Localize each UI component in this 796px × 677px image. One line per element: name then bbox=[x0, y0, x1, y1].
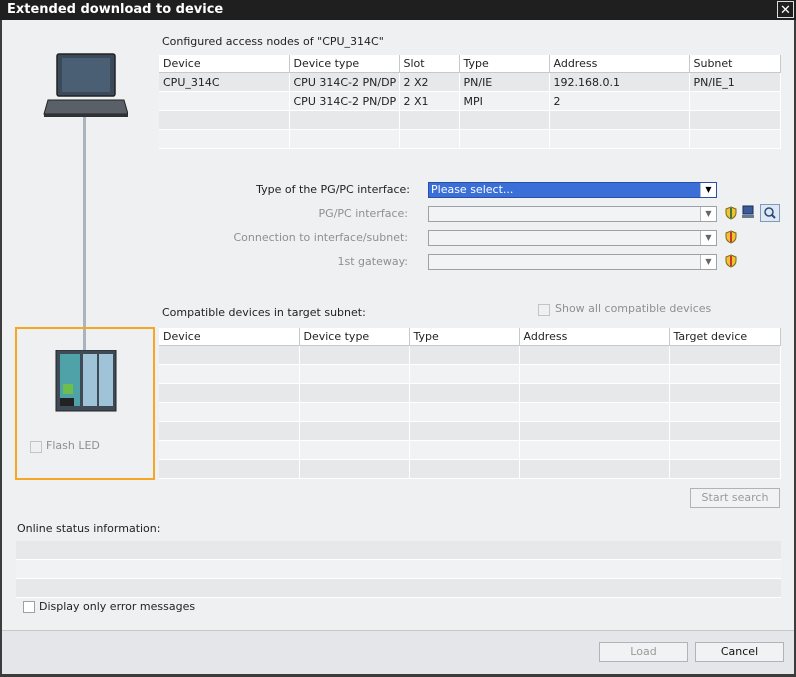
cell-type: PN/IE bbox=[459, 72, 550, 92]
gateway-label: 1st gateway: bbox=[337, 255, 409, 268]
window-title: Extended download to device bbox=[7, 2, 224, 17]
chevron-down-icon[interactable]: ▼ bbox=[700, 231, 716, 245]
column-header[interactable]: Subnet bbox=[689, 55, 781, 73]
table-row bbox=[159, 110, 781, 130]
status-row bbox=[16, 560, 781, 579]
chevron-down-icon[interactable]: ▼ bbox=[700, 183, 716, 197]
pgpc-type-label: Type of the PG/PC interface: bbox=[256, 183, 410, 196]
table-row bbox=[159, 129, 781, 149]
cell-device-type: CPU 314C-2 PN/DP bbox=[289, 72, 400, 92]
column-header[interactable]: Type bbox=[409, 328, 520, 346]
flash-led-label: Flash LED bbox=[46, 439, 100, 452]
plc-device-icon bbox=[55, 350, 117, 412]
start-search-button[interactable]: Start search bbox=[690, 488, 780, 508]
cell-subnet bbox=[689, 91, 781, 111]
connection-select[interactable]: ▼ bbox=[428, 230, 717, 246]
table-row bbox=[159, 421, 781, 441]
column-header[interactable]: Device bbox=[159, 328, 300, 346]
cell-subnet: PN/IE_1 bbox=[689, 72, 781, 92]
flash-led-checkbox[interactable] bbox=[30, 441, 42, 453]
table-row bbox=[159, 459, 781, 479]
show-all-checkbox[interactable] bbox=[538, 304, 550, 316]
properties-shield-icon[interactable] bbox=[724, 206, 738, 220]
column-header[interactable]: Type bbox=[459, 55, 550, 73]
close-icon: ✕ bbox=[780, 3, 791, 18]
column-header[interactable]: Device bbox=[159, 55, 290, 73]
pgpc-type-select[interactable]: Please select... ▼ bbox=[428, 182, 717, 198]
table-row bbox=[159, 440, 781, 460]
gateway-select[interactable]: ▼ bbox=[428, 254, 717, 270]
table-row bbox=[159, 383, 781, 403]
configured-nodes-heading: Configured access nodes of "CPU_314C" bbox=[162, 35, 384, 48]
table-row[interactable]: CPU 314C-2 PN/DP 2 X1 MPI 2 bbox=[159, 91, 781, 111]
column-header[interactable]: Device type bbox=[299, 328, 410, 346]
cell-type: MPI bbox=[459, 91, 550, 111]
online-status-label: Online status information: bbox=[17, 522, 161, 535]
pgpc-interface-select[interactable]: ▼ bbox=[428, 206, 717, 222]
cell-slot: 2 X1 bbox=[399, 91, 460, 111]
status-row bbox=[16, 579, 781, 598]
cell-device bbox=[159, 91, 290, 111]
compatible-devices-heading: Compatible devices in target subnet: bbox=[162, 306, 366, 319]
cell-address: 192.168.0.1 bbox=[549, 72, 690, 92]
cell-slot: 2 X2 bbox=[399, 72, 460, 92]
dialog-footer: Load Cancel bbox=[2, 630, 794, 674]
connection-cable bbox=[83, 117, 86, 352]
properties-shield-icon[interactable] bbox=[724, 254, 738, 268]
diagnostics-icon[interactable] bbox=[741, 205, 755, 219]
close-button[interactable]: ✕ bbox=[777, 1, 794, 18]
cell-device: CPU_314C bbox=[159, 72, 290, 92]
connection-label: Connection to interface/subnet: bbox=[233, 231, 409, 244]
table-row bbox=[159, 402, 781, 422]
dialog-body: Flash LED Configured access nodes of "CP… bbox=[2, 20, 794, 630]
cell-device-type: CPU 314C-2 PN/DP bbox=[289, 91, 400, 111]
search-interfaces-button[interactable] bbox=[760, 204, 780, 222]
table-row bbox=[159, 345, 781, 365]
magnifier-icon bbox=[764, 207, 776, 219]
pgpc-interface-label: PG/PC interface: bbox=[318, 207, 408, 220]
display-errors-label: Display only error messages bbox=[39, 600, 196, 613]
chevron-down-icon[interactable]: ▼ bbox=[700, 255, 716, 269]
online-status-list bbox=[16, 541, 781, 599]
configured-nodes-table: Device Device type Slot Type Address Sub… bbox=[159, 55, 781, 149]
table-row[interactable]: CPU_314C CPU 314C-2 PN/DP 2 X2 PN/IE 192… bbox=[159, 72, 781, 92]
load-button[interactable]: Load bbox=[599, 642, 688, 662]
properties-shield-icon[interactable] bbox=[724, 230, 738, 244]
column-header[interactable]: Address bbox=[519, 328, 670, 346]
table-row bbox=[159, 364, 781, 384]
cancel-button[interactable]: Cancel bbox=[695, 642, 784, 662]
cell-address: 2 bbox=[549, 91, 690, 111]
compatible-devices-table: Device Device type Type Address Target d… bbox=[159, 328, 781, 479]
chevron-down-icon[interactable]: ▼ bbox=[700, 207, 716, 221]
column-header[interactable]: Slot bbox=[399, 55, 460, 73]
column-header[interactable]: Device type bbox=[289, 55, 400, 73]
pg-pc-laptop-icon bbox=[43, 53, 128, 117]
status-row bbox=[16, 541, 781, 560]
pgpc-type-value: Please select... bbox=[431, 183, 514, 196]
title-bar: Extended download to device ✕ bbox=[0, 0, 796, 20]
column-header[interactable]: Address bbox=[549, 55, 690, 73]
column-header[interactable]: Target device bbox=[669, 328, 781, 346]
display-errors-checkbox[interactable] bbox=[23, 601, 35, 613]
show-all-label: Show all compatible devices bbox=[555, 302, 712, 315]
